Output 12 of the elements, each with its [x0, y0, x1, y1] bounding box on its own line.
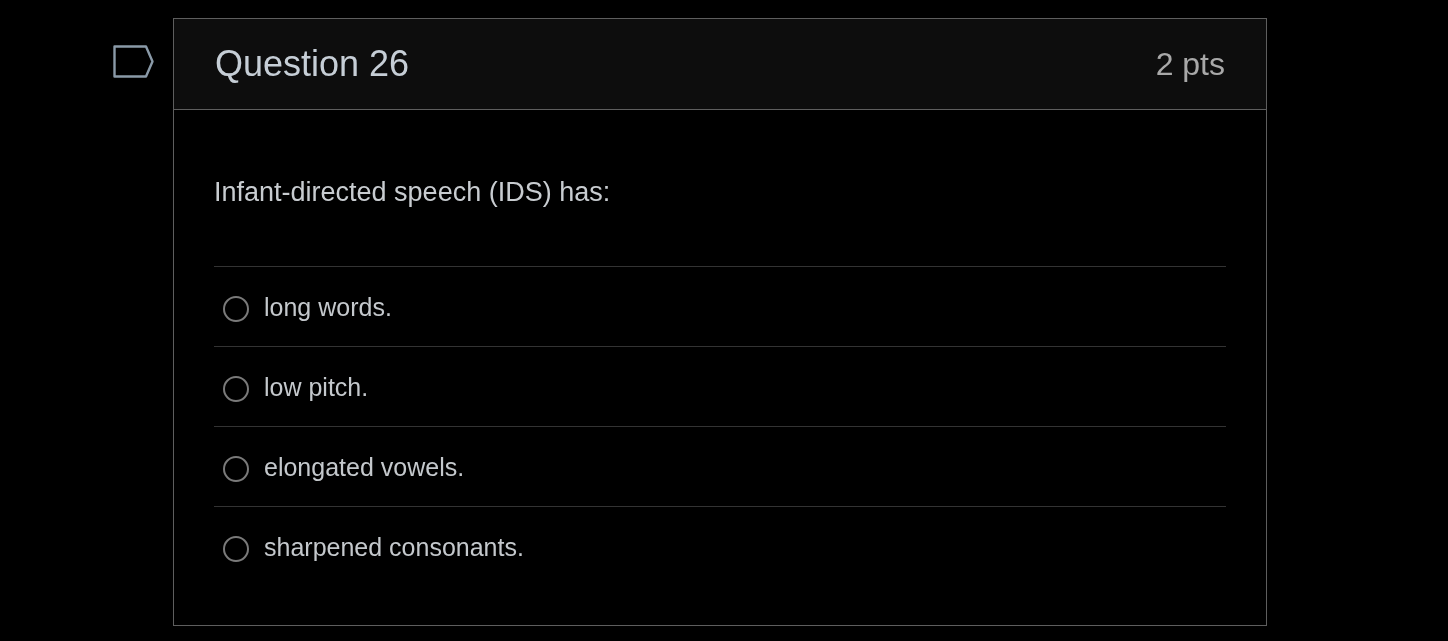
question-text: Infant-directed speech (IDS) has: — [214, 176, 611, 209]
question-title: Question 26 — [215, 43, 410, 85]
option-label[interactable]: sharpened consonants. — [264, 530, 524, 563]
flag-icon[interactable] — [113, 45, 154, 78]
radio-button[interactable] — [223, 296, 249, 322]
radio-button[interactable] — [223, 456, 249, 482]
radio-button[interactable] — [223, 376, 249, 402]
option-label[interactable]: long words. — [264, 290, 392, 323]
option-label[interactable]: low pitch. — [264, 370, 369, 403]
option-label[interactable]: elongated vowels. — [264, 450, 465, 483]
radio-button[interactable] — [223, 536, 249, 562]
points-label: 2 pts — [1155, 45, 1225, 83]
